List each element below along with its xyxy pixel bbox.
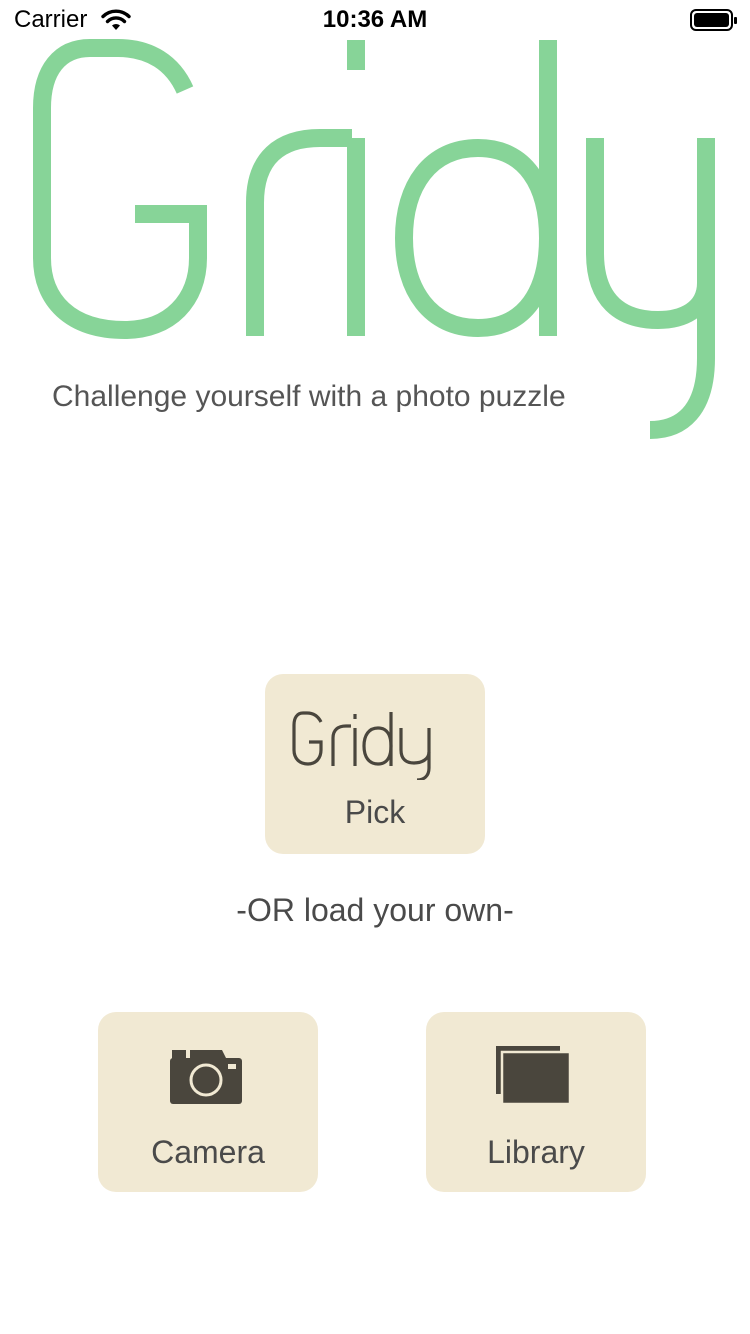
or-divider-text: -OR load your own- [236,892,514,928]
tagline: Challenge yourself with a photo puzzle [52,380,566,413]
clock: 10:36 AM [322,6,428,33]
battery-icon [690,8,738,37]
gridy-mini-logo [291,710,437,785]
pick-label: Pick [344,794,406,830]
library-button[interactable]: Library [426,1012,646,1192]
pick-button[interactable]: Pick [265,674,485,854]
camera-label: Camera [151,1134,265,1170]
library-label: Library [487,1134,585,1170]
camera-icon [170,1048,242,1111]
status-bar: Carrier 10:36 AM [0,0,750,40]
photo-library-icon [496,1046,572,1111]
camera-button[interactable]: Camera [98,1012,318,1192]
